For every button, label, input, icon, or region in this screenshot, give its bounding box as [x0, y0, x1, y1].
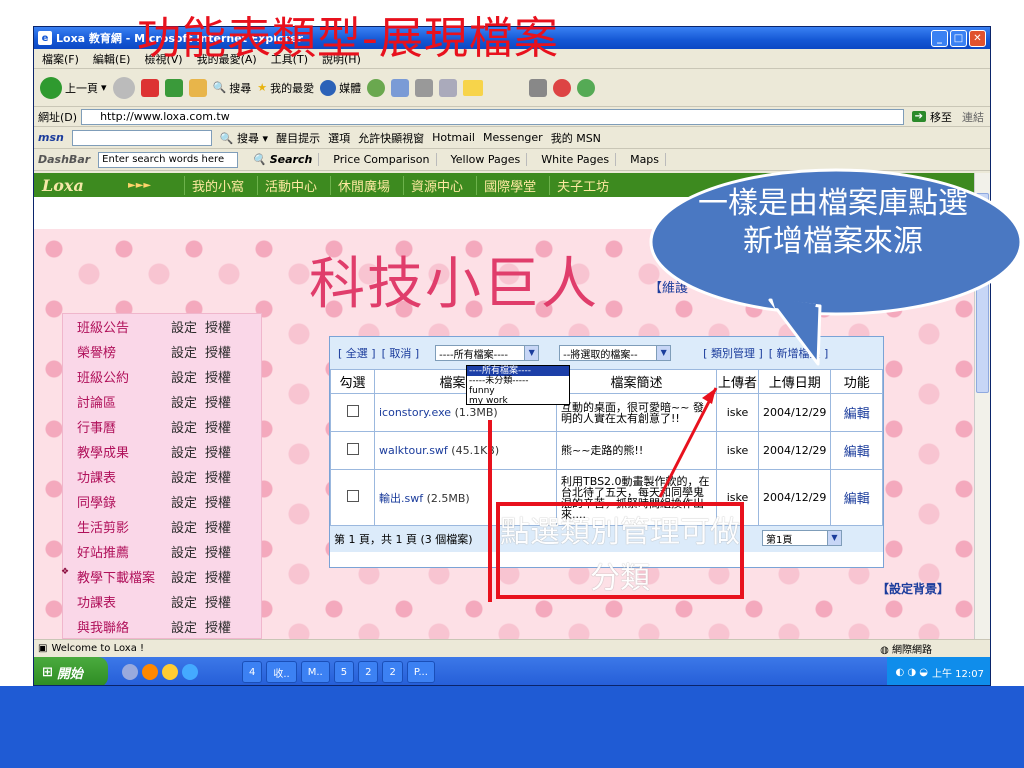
annotation-line: [488, 420, 492, 602]
annotation-text: 點選類別管理可做分類: [500, 515, 740, 596]
annotation-overlay: [649, 168, 1023, 498]
callout-text: 一樣是由檔案庫點選新增檔案來源: [698, 186, 968, 259]
slide-title: 功能表類型-展現檔案: [137, 13, 559, 64]
annotation-arrow-line: [658, 387, 718, 498]
annotation-arrowhead: [702, 388, 716, 404]
